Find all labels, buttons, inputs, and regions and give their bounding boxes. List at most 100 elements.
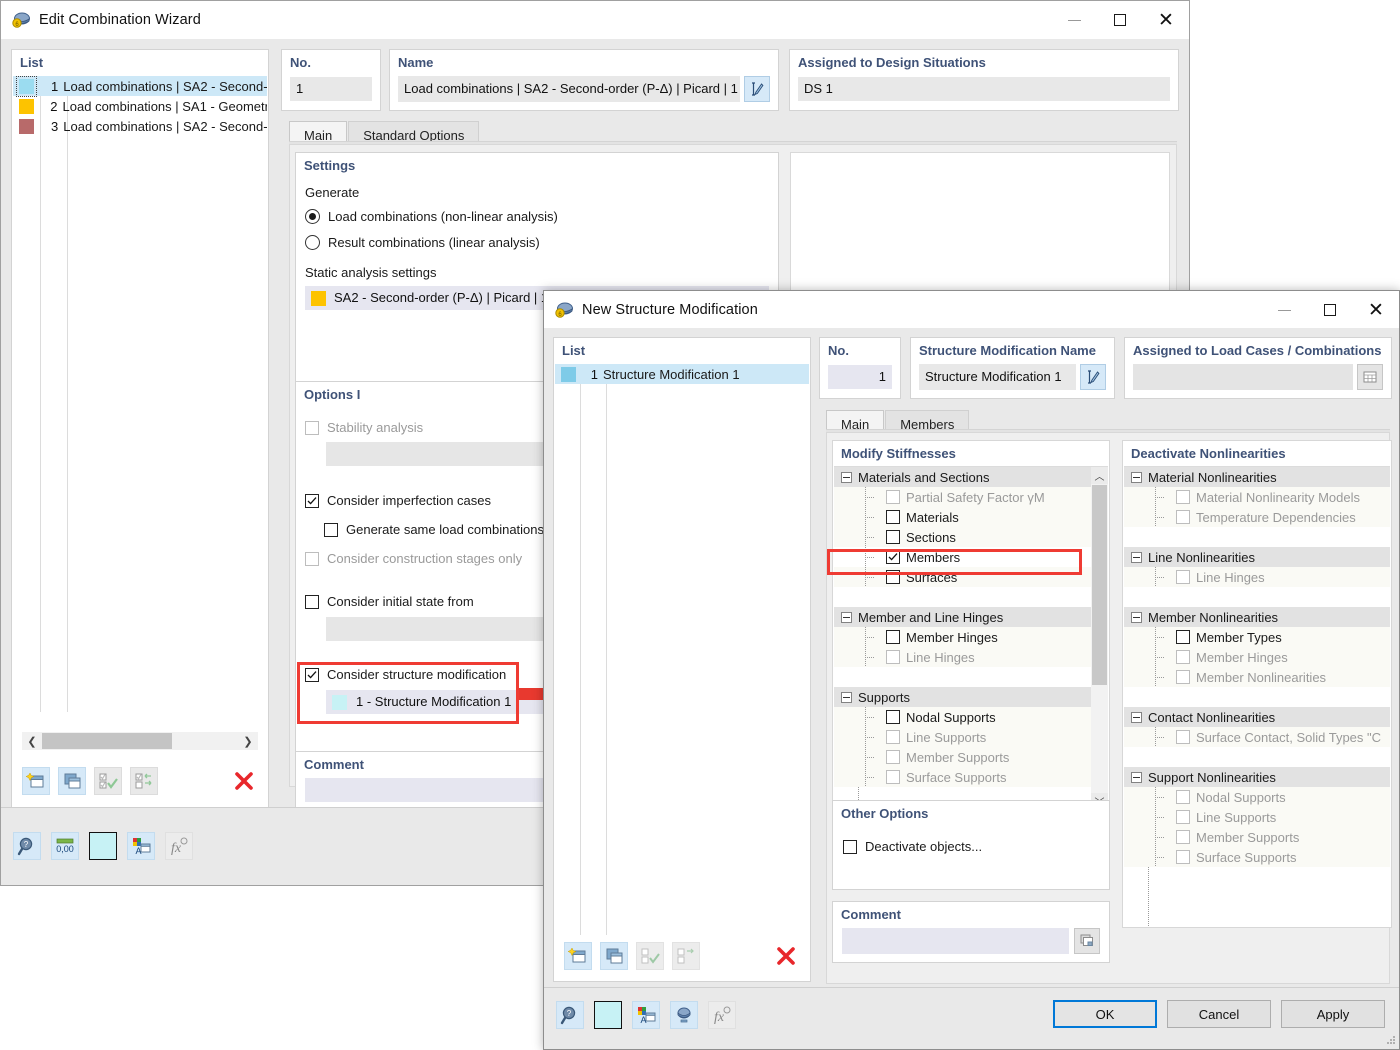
scroll-right-icon[interactable]: ❯ xyxy=(238,735,258,748)
collapse-icon[interactable] xyxy=(841,611,852,623)
checkbox-consider-initial-state-from[interactable]: Consider initial state from xyxy=(305,594,474,609)
checkbox-icon[interactable] xyxy=(886,570,900,584)
checkbox-icon[interactable] xyxy=(1176,630,1190,644)
scroll-left-icon[interactable]: ❮ xyxy=(22,735,42,748)
tree-item-surfaces[interactable]: Surfaces xyxy=(834,567,1091,587)
tree-spacer xyxy=(834,667,1091,687)
row-label: Load combinations | SA2 - Second-o xyxy=(63,78,267,94)
hscroll-thumb[interactable] xyxy=(42,733,172,749)
select-all-icon[interactable] xyxy=(94,767,122,795)
edit-name-icon[interactable] xyxy=(1080,364,1106,390)
tree-item-sections[interactable]: Sections xyxy=(834,527,1091,547)
checkbox-generate-same-load-combinations[interactable]: Generate same load combinations xyxy=(324,522,544,537)
list-item[interactable]: 1 Load combinations | SA2 - Second-o xyxy=(13,75,267,97)
comment-library-icon[interactable] xyxy=(1074,928,1100,954)
render-legend-icon[interactable]: A xyxy=(632,1001,660,1029)
checkbox-deactivate-objects[interactable]: Deactivate objects... xyxy=(843,839,982,854)
close-icon[interactable]: ✕ xyxy=(1143,1,1189,39)
collapse-icon[interactable] xyxy=(1131,551,1142,563)
tree-group[interactable]: Member Nonlinearities xyxy=(1124,607,1390,627)
checkbox-icon xyxy=(1176,730,1190,744)
formula-icon[interactable]: fx xyxy=(708,1001,736,1029)
checkbox-icon[interactable] xyxy=(886,630,900,644)
structmod-name-field[interactable]: Structure Modification 1 xyxy=(919,364,1076,390)
delete-item-icon[interactable] xyxy=(772,942,800,970)
checkbox-icon-checked[interactable] xyxy=(886,550,900,564)
ok-button[interactable]: OK xyxy=(1053,1000,1157,1028)
checkbox-icon[interactable] xyxy=(886,510,900,524)
tree-item-surface-contact-solid-types: Surface Contact, Solid Types "C xyxy=(1124,727,1390,747)
color-swatch-icon[interactable] xyxy=(594,1001,622,1029)
resize-grip-icon[interactable] xyxy=(1384,1034,1396,1046)
tree-group[interactable]: Materials and Sections xyxy=(834,467,1091,487)
cancel-button[interactable]: Cancel xyxy=(1167,1000,1271,1028)
close-icon[interactable]: ✕ xyxy=(1353,291,1399,329)
tree-group[interactable]: Contact Nonlinearities xyxy=(1124,707,1390,727)
copy-item-icon[interactable] xyxy=(600,942,628,970)
wizard-list-hscrollbar[interactable]: ❮ ❯ xyxy=(22,732,258,750)
structmod-no-field[interactable]: 1 xyxy=(828,365,892,389)
tree-group[interactable]: Member and Line Hinges xyxy=(834,607,1091,627)
list-item[interactable]: 1 Structure Modification 1 xyxy=(555,364,809,384)
tree-item-surface-supports: Surface Supports xyxy=(834,767,1091,787)
tree-item-member-hinges[interactable]: Member Hinges xyxy=(834,627,1091,647)
wizard-name-field[interactable]: Load combinations | SA2 - Second-order (… xyxy=(398,76,740,102)
minimize-button[interactable] xyxy=(1261,291,1307,329)
tree-item-materials[interactable]: Materials xyxy=(834,507,1091,527)
vscroll-thumb[interactable] xyxy=(1092,485,1107,685)
zoom-icon[interactable]: ? xyxy=(13,832,41,860)
tree-item-member-nonlinearities: Member Nonlinearities xyxy=(1124,667,1390,687)
row-color-cell xyxy=(13,98,40,114)
maximize-button[interactable] xyxy=(1097,1,1143,39)
select-objects-icon[interactable] xyxy=(1357,364,1383,390)
edit-name-icon[interactable] xyxy=(744,76,770,102)
tree-group[interactable]: Support Nonlinearities xyxy=(1124,767,1390,787)
display-properties-icon[interactable] xyxy=(670,1001,698,1029)
checkbox-icon[interactable] xyxy=(886,530,900,544)
delete-item-icon[interactable] xyxy=(230,767,258,795)
new-item-icon[interactable] xyxy=(564,942,592,970)
deactivate-nonlinearities-tree[interactable]: Material Nonlinearities Material Nonline… xyxy=(1124,466,1390,926)
minimize-button[interactable] xyxy=(1051,1,1097,39)
tree-group[interactable]: Material Nonlinearities xyxy=(1124,467,1390,487)
toggle-selection-icon[interactable] xyxy=(130,767,158,795)
maximize-button[interactable] xyxy=(1307,291,1353,329)
collapse-icon[interactable] xyxy=(841,471,852,483)
numeric-format-icon[interactable]: 0,00 xyxy=(51,832,79,860)
structmod-comment-field[interactable] xyxy=(842,928,1069,954)
collapse-icon[interactable] xyxy=(1131,771,1142,783)
tree-group[interactable]: Line Nonlinearities xyxy=(1124,547,1390,567)
wizard-no-field[interactable]: 1 xyxy=(290,77,372,101)
collapse-icon[interactable] xyxy=(1131,471,1142,483)
apply-button[interactable]: Apply xyxy=(1281,1000,1385,1028)
zoom-icon[interactable]: ? xyxy=(556,1001,584,1029)
list-item[interactable]: 2 Load combinations | SA1 - Geometric xyxy=(13,96,267,116)
checkbox-consider-structure-modification[interactable]: Consider structure modification xyxy=(305,667,506,682)
formula-icon[interactable]: fx xyxy=(165,832,193,860)
render-legend-icon[interactable]: A xyxy=(127,832,155,860)
tree-item-member-types[interactable]: Member Types xyxy=(1124,627,1390,647)
checkbox-icon[interactable] xyxy=(843,839,857,854)
checkbox-icon[interactable] xyxy=(886,710,900,724)
new-item-icon[interactable] xyxy=(22,767,50,795)
collapse-icon[interactable] xyxy=(841,691,852,703)
tree-item-members[interactable]: Members xyxy=(834,547,1091,567)
radio-load-combinations[interactable]: Load combinations (non-linear analysis) xyxy=(305,209,558,224)
copy-item-icon[interactable] xyxy=(58,767,86,795)
tree-item-nodal-supports[interactable]: Nodal Supports xyxy=(834,707,1091,727)
app-icon: 6 xyxy=(11,10,31,30)
tree-item-line-supports: Line Supports xyxy=(834,727,1091,747)
scroll-up-icon[interactable]: ︿ xyxy=(1091,467,1108,484)
collapse-icon[interactable] xyxy=(1131,711,1142,723)
tree-spacer xyxy=(1124,747,1390,767)
row-color-cell xyxy=(13,75,40,97)
list-item[interactable]: 3 Load combinations | SA2 - Second-o xyxy=(13,116,267,136)
radio-result-combinations[interactable]: Result combinations (linear analysis) xyxy=(305,235,540,250)
modify-stiffnesses-tree[interactable]: Materials and Sections Partial Safety Fa… xyxy=(834,466,1108,810)
collapse-icon[interactable] xyxy=(1131,611,1142,623)
tree-group[interactable]: Supports xyxy=(834,687,1091,707)
color-swatch-icon[interactable] xyxy=(89,832,117,860)
radio-label: Result combinations (linear analysis) xyxy=(328,235,540,250)
modify-stiffnesses-vscrollbar[interactable]: ︿ ﹀ xyxy=(1091,467,1108,810)
checkbox-consider-imperfection-cases[interactable]: Consider imperfection cases xyxy=(305,493,491,508)
